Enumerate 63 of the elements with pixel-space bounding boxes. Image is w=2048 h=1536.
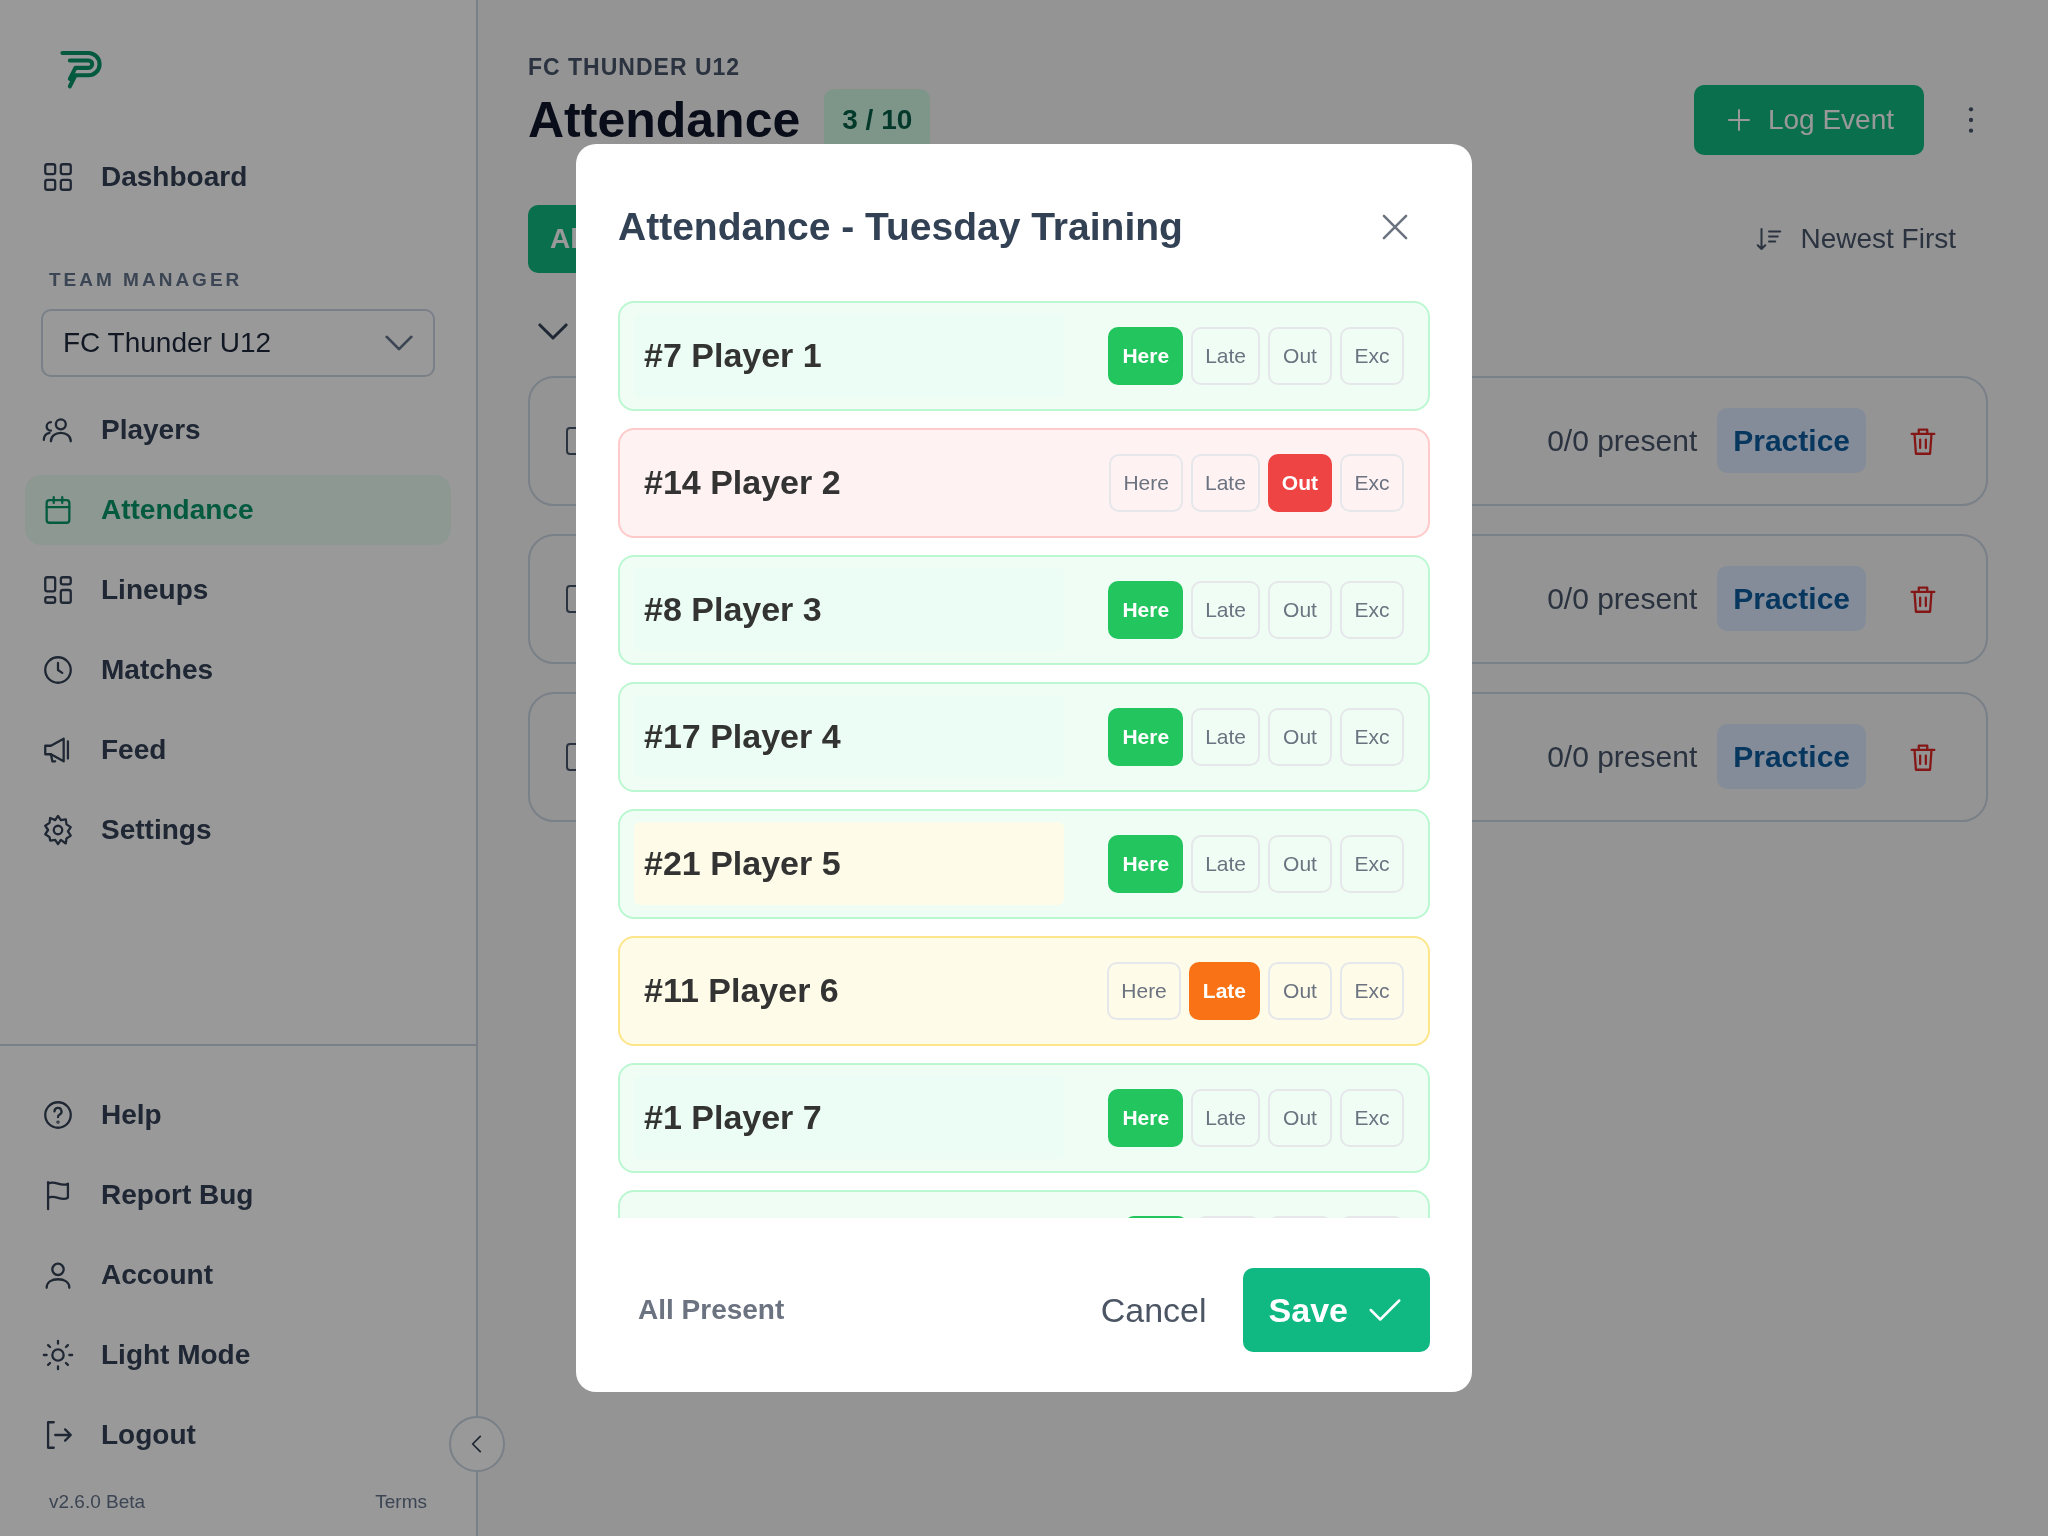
status-toggle[interactable]: Out: [1268, 834, 1332, 893]
sort-button[interactable]: Newest First: [1754, 217, 1956, 260]
status-toggle[interactable]: Out: [1268, 1088, 1332, 1147]
team-name: FC THUNDER U12: [528, 53, 742, 82]
save-button[interactable]: Save: [1242, 1268, 1430, 1352]
grid-icon: [41, 160, 75, 194]
status-toggle[interactable]: Out: [1268, 580, 1332, 639]
version-label: v2.6.0 Beta: [49, 1489, 146, 1514]
status-toggle[interactable]: Late: [1191, 834, 1260, 893]
player-name: #7 Player 1: [634, 314, 1064, 398]
present-count: 0/0 present: [1547, 423, 1698, 459]
status-toggle[interactable]: Out: [1268, 707, 1332, 766]
status-toggle[interactable]: Out: [1268, 326, 1332, 385]
section-label: TEAM MANAGER: [49, 268, 244, 292]
nav-item[interactable]: Feed: [25, 714, 451, 785]
status-toggle[interactable]: Exc: [1340, 580, 1404, 639]
status-toggle[interactable]: Out: [1267, 453, 1332, 512]
sun-icon: [41, 1337, 75, 1372]
present-count: 0/0 present: [1547, 581, 1698, 617]
player-name: #1 Player 7: [634, 1076, 1064, 1160]
settings-icon: [41, 812, 75, 847]
status-toggle[interactable]: Exc: [1340, 326, 1404, 385]
more-icon: [1968, 104, 1974, 135]
status-toggle[interactable]: Late: [1190, 453, 1260, 512]
status-toggle[interactable]: Exc: [1340, 453, 1404, 512]
status-toggle[interactable]: Here: [1109, 453, 1183, 512]
status-toggle[interactable]: Exc: [1340, 834, 1404, 893]
dialog-title: Attendance - Tuesday Training: [618, 204, 1183, 250]
event-type-tag: Practice: [1717, 566, 1866, 631]
status-toggle[interactable]: Late: [1191, 326, 1260, 385]
event-type-tag: Practice: [1717, 724, 1866, 789]
player-name: #17 Player 4: [634, 695, 1064, 779]
status-toggle[interactable]: Here: [1107, 961, 1181, 1020]
nav-item[interactable]: Attendance: [25, 474, 451, 545]
status-toggle[interactable]: Late: [1191, 1088, 1260, 1147]
team-select[interactable]: FC Thunder U12: [41, 308, 435, 377]
nav-item[interactable]: Account: [25, 1239, 451, 1310]
nav-item[interactable]: Settings: [25, 794, 451, 865]
nav-item[interactable]: Report Bug: [25, 1159, 451, 1230]
nav-item[interactable]: Matches: [25, 634, 451, 705]
page-title: Attendance: [528, 90, 801, 150]
nav-item[interactable]: Lineups: [25, 554, 451, 625]
nav-item[interactable]: Players: [25, 394, 451, 465]
player-name: #21 Player 5: [634, 822, 1064, 906]
chevron-down-icon: [385, 334, 413, 351]
status-toggle[interactable]: Late: [1191, 580, 1260, 639]
present-count: 0/0 present: [1547, 739, 1698, 775]
terms-link[interactable]: Terms: [375, 1487, 427, 1516]
event-type-tag: Practice: [1717, 408, 1866, 473]
status-toggle[interactable]: Late: [1191, 707, 1260, 766]
nav-item[interactable]: Light Mode: [25, 1319, 451, 1390]
nav-item[interactable]: Logout: [25, 1399, 451, 1470]
nav-item[interactable]: Help: [25, 1079, 451, 1150]
cancel-button[interactable]: Cancel: [1094, 1283, 1213, 1337]
player-name: #8 Player 3: [634, 568, 1064, 652]
chevron-down-icon: [538, 322, 568, 340]
status-toggle[interactable]: Late: [1188, 961, 1260, 1020]
status-toggle[interactable]: Exc: [1340, 961, 1404, 1020]
all-present-button[interactable]: All Present: [618, 1289, 805, 1331]
status-toggle[interactable]: Out: [1268, 961, 1332, 1020]
nav-item[interactable]: Dashboard: [25, 142, 451, 212]
status-toggle[interactable]: Exc: [1340, 1088, 1404, 1147]
status-toggle[interactable]: Exc: [1340, 707, 1404, 766]
